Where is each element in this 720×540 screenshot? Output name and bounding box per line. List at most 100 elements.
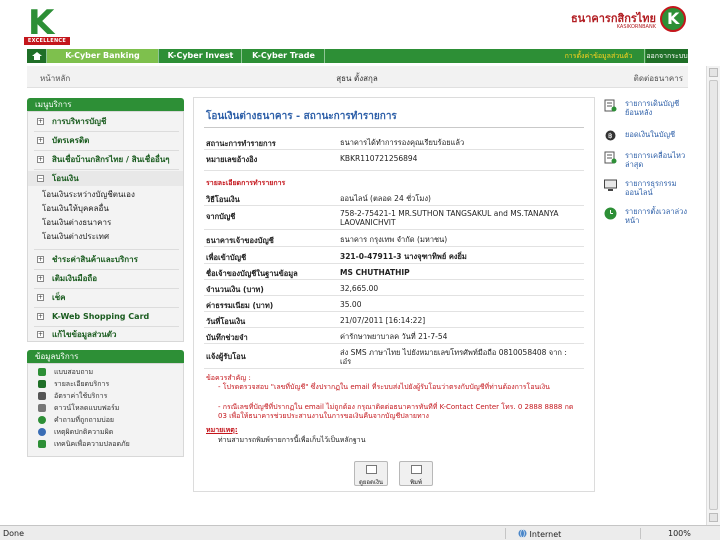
account-holder-value: MS CHUTHATHIP bbox=[340, 268, 410, 277]
status-divider bbox=[640, 528, 641, 539]
notify-recipient-value: ส่ง SMS ภาษาไทย ไปยังหมายเลขโทรศัพท์มือถ… bbox=[340, 348, 567, 366]
edit-profile-link[interactable]: การตั้งค่าข้อมูลส่วนตัว bbox=[553, 49, 645, 63]
menu-title: เมนูบริการ bbox=[27, 98, 184, 111]
tab-k-cyber-trade[interactable]: K-Cyber Trade bbox=[243, 49, 325, 63]
important-note-1: - โปรดตรวจสอบ "เลขที่บัญชี" ซึ่งปรากฏใน … bbox=[218, 383, 550, 391]
expand-icon: + bbox=[37, 156, 44, 163]
expand-icon: + bbox=[37, 137, 44, 144]
tool-online-transactions[interactable]: รายการธุรกรรมออนไลน์ bbox=[604, 179, 686, 205]
menu-item-account-management[interactable]: + การบริหารบัญชี bbox=[28, 114, 183, 129]
submenu-international-transfer[interactable]: โอนเงินต่างประเทศ bbox=[42, 231, 109, 243]
question-icon bbox=[38, 416, 46, 424]
home-icon bbox=[32, 52, 42, 60]
reference-label: หมายเลขอ้างอิง bbox=[206, 155, 258, 164]
page-title: โอนเงินต่างธนาคาร - สถานะการทำรายการ bbox=[206, 111, 397, 122]
vertical-scrollbar[interactable] bbox=[706, 66, 720, 525]
money-bag-icon: ฿ bbox=[604, 128, 617, 141]
detail-label: จากบัญชี bbox=[206, 212, 236, 221]
print-button[interactable]: พิมพ์ bbox=[399, 461, 433, 486]
row-divider bbox=[204, 295, 584, 296]
menu-item-bill-payment[interactable]: + ชำระค่าสินค้าและบริการ bbox=[28, 252, 183, 267]
magnifier-icon bbox=[366, 465, 377, 474]
info-item-service-details[interactable]: รายละเอียดบริการ bbox=[38, 378, 109, 390]
row-divider bbox=[204, 149, 584, 150]
tab-k-cyber-banking[interactable]: K-Cyber Banking bbox=[47, 49, 159, 63]
expand-icon: + bbox=[37, 275, 44, 282]
row-divider bbox=[204, 170, 584, 171]
service-menu: + การบริหารบัญชี + บัตรเครดิต + สินเชื่อบ้า… bbox=[27, 111, 184, 342]
expand-icon: + bbox=[37, 331, 44, 338]
contact-bank-link[interactable]: ติดต่อธนาคาร bbox=[607, 72, 683, 85]
row-divider bbox=[204, 205, 584, 206]
menu-item-edit-profile[interactable]: + แก้ไขข้อมูลส่วนตัว bbox=[28, 327, 183, 342]
svg-text:฿: ฿ bbox=[608, 132, 612, 140]
important-note-title: ข้อควรสำคัญ : bbox=[206, 374, 251, 382]
menu-item-k-web-shopping-card[interactable]: + K-Web Shopping Card bbox=[28, 309, 183, 324]
recipient-bank-value: ธนาคาร กรุงเทพ จำกัด (มหาชน) bbox=[340, 235, 448, 244]
scrollbar-thumb[interactable] bbox=[709, 80, 718, 510]
k-excellence-logo[interactable]: K EXCELLENCE bbox=[24, 3, 70, 45]
transfer-method-value: ออนไลน์ (ตลอด 24 ชั่วโมง) bbox=[340, 194, 431, 203]
info-icon bbox=[38, 428, 46, 436]
info-item-fees[interactable]: อัตราค่าใช้บริการ bbox=[38, 390, 107, 402]
clock-icon bbox=[604, 207, 617, 220]
tool-scheduled-transfers[interactable]: รายการตั้งเวลาล่วงหน้า bbox=[604, 207, 687, 233]
menu-item-cheque[interactable]: + เช็ค bbox=[28, 290, 183, 305]
scroll-up-arrow-icon[interactable] bbox=[709, 68, 718, 77]
from-account-value: 758-2-75421-1 MR.SUTHON TANGSAKUL and MS… bbox=[340, 209, 559, 227]
logout-link[interactable]: ออกจากระบบ bbox=[646, 49, 688, 63]
lock-icon bbox=[38, 440, 46, 448]
scroll-down-arrow-icon[interactable] bbox=[709, 513, 718, 522]
row-divider bbox=[204, 327, 584, 328]
row-divider bbox=[204, 229, 584, 230]
home-tab[interactable] bbox=[27, 49, 47, 63]
kbank-emblem-icon: K bbox=[660, 6, 686, 32]
fee-table-icon bbox=[38, 392, 46, 400]
zoom-level[interactable]: 100% bbox=[668, 529, 691, 538]
memo-value: ค่ารักษาพยาบาลค วันที่ 21-7-54 bbox=[340, 332, 448, 341]
row-divider bbox=[204, 279, 584, 280]
info-item-incident[interactable]: เหตุผิดปกติความผิด bbox=[38, 426, 113, 438]
menu-item-mobile-topup[interactable]: + เติมเงินมือถือ bbox=[28, 271, 183, 286]
tool-statement-history[interactable]: รายการเดินบัญชีย้อนหลัง bbox=[604, 99, 686, 125]
info-item-faq[interactable]: คำถามที่ถูกถามบ่อย bbox=[38, 414, 114, 426]
collapse-icon: − bbox=[37, 175, 44, 182]
document-icon bbox=[604, 99, 617, 112]
survey-icon bbox=[38, 368, 46, 376]
security-zone[interactable]: Internet bbox=[518, 529, 561, 539]
transfer-status-panel: โอนเงินต่างธนาคาร - สถานะการทำรายการ สถา… bbox=[193, 97, 595, 492]
breadcrumb-home[interactable]: หน้าหลัก bbox=[40, 72, 70, 85]
logo-letter: K bbox=[28, 3, 55, 43]
submenu-own-account-transfer[interactable]: โอนเงินระหว่างบัญชีตนเอง bbox=[42, 189, 135, 201]
info-item-survey[interactable]: แบบสอบถาม bbox=[38, 366, 93, 378]
expand-icon: + bbox=[37, 118, 44, 125]
status-text: Done bbox=[3, 529, 25, 538]
logo-tagline: EXCELLENCE bbox=[24, 37, 70, 45]
user-name: สุธน ตั้งสกุล bbox=[336, 74, 378, 83]
row-divider bbox=[204, 311, 584, 312]
remark-text: ท่านสามารถพิมพ์รายการนี้เพื่อเก็บไว้เป็น… bbox=[218, 436, 366, 444]
menu-divider bbox=[34, 288, 179, 289]
menu-divider bbox=[34, 269, 179, 270]
tool-recent-movements[interactable]: รายการเคลื่อนไหวล่าสุด bbox=[604, 151, 686, 177]
info-menu: แบบสอบถาม รายละเอียดบริการ อัตราค่าใช้บร… bbox=[27, 363, 184, 457]
bank-name-english: KASIKORNBANK bbox=[616, 24, 656, 30]
menu-item-transfer[interactable]: − โอนเงิน bbox=[28, 171, 183, 186]
info-item-download-forms[interactable]: ดาวน์โหลดแบบฟอร์ม bbox=[38, 402, 119, 414]
submenu-third-party-transfer[interactable]: โอนเงินให้บุคคลอื่น bbox=[42, 203, 109, 215]
browser-status-bar: Done Internet 100% bbox=[0, 525, 720, 540]
to-account-value: 321-0-47911-3 นางจุฑาทิพย์ คงยิ่ม bbox=[340, 252, 467, 261]
browser-page: K EXCELLENCE ธนาคารกสิกรไทย KASIKORNBANK… bbox=[0, 0, 706, 525]
info-item-security-tips[interactable]: เทคนิคเพื่อความปลอดภัย bbox=[38, 438, 130, 450]
important-note-2: - กรณีเลขที่บัญชีที่ปรากฏใน email ไม่ถูก… bbox=[218, 403, 574, 420]
submenu-interbank-transfer[interactable]: โอนเงินต่างธนาคาร bbox=[42, 217, 111, 229]
menu-item-loans[interactable]: + สินเชื่อบ้านกสิกรไทย / สินเชื่ออื่นๆ bbox=[28, 152, 183, 167]
menu-item-credit-card[interactable]: + บัตรเครดิต bbox=[28, 133, 183, 148]
download-icon bbox=[38, 404, 46, 412]
top-tab-bar: K-Cyber Banking K-Cyber Invest K-Cyber T… bbox=[27, 49, 688, 63]
detail-label: แจ้งผู้รับโอน bbox=[206, 352, 246, 361]
expand-icon: + bbox=[37, 294, 44, 301]
view-balance-button[interactable]: ดูยอดเงิน bbox=[354, 461, 388, 486]
row-divider bbox=[204, 263, 584, 264]
tab-k-cyber-invest[interactable]: K-Cyber Invest bbox=[160, 49, 242, 63]
